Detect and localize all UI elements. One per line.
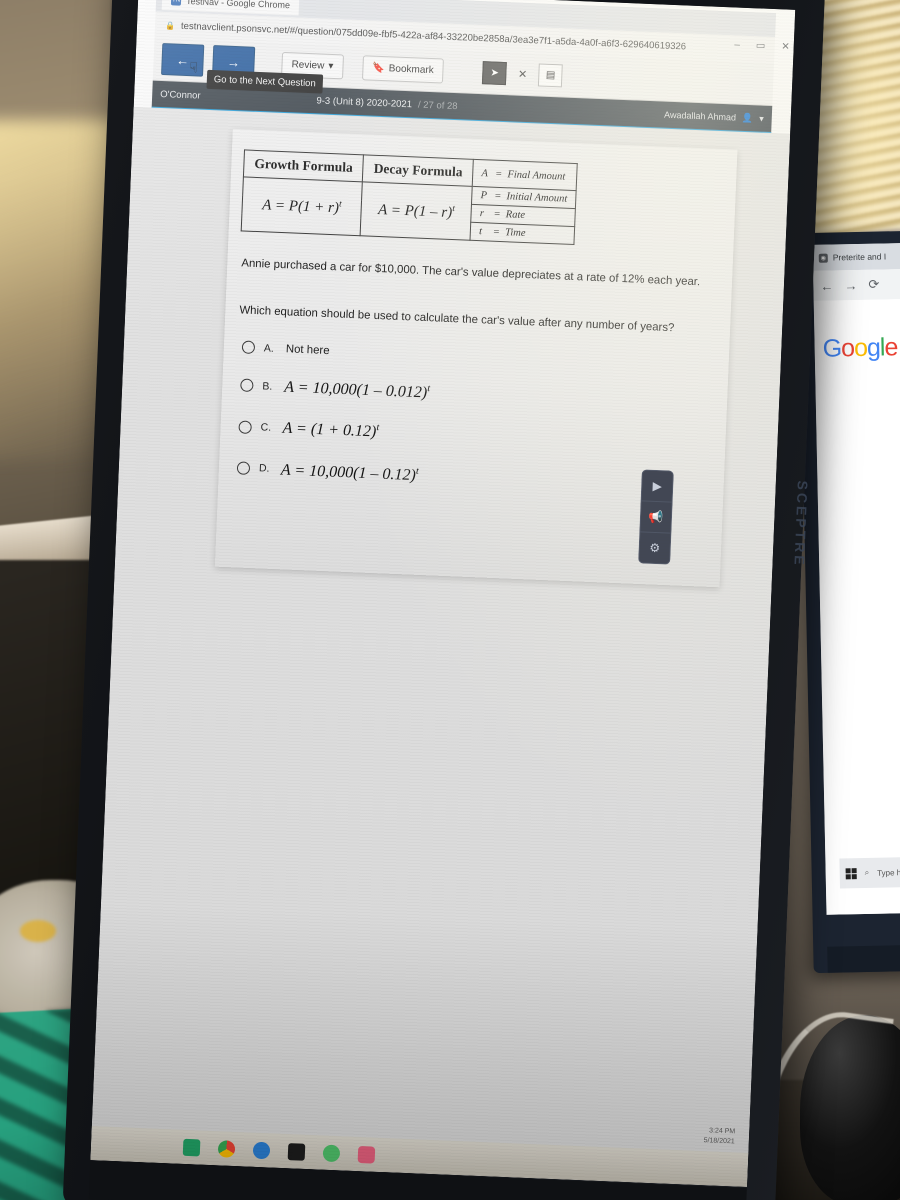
testnav-favicon: TN	[170, 0, 182, 6]
primary-monitor-screen: TN TestNav - Google Chrome 🔒 testnavclie…	[90, 0, 796, 1187]
primary-monitor: SCEPTRE TN TestNav - Google Chrome 🔒 tes…	[62, 0, 826, 1200]
secondary-page-body: Google	[813, 298, 900, 915]
taskbar-search-input[interactable]: Type here	[877, 867, 900, 877]
lock-icon: 🔒	[164, 20, 176, 30]
chrome-tab-title: TestNav - Google Chrome	[185, 0, 291, 11]
option-a-radio[interactable]	[241, 340, 256, 355]
secondary-windows-taskbar: ⌕ Type here	[839, 856, 900, 889]
option-d-math: A = 10,000(1 – 0.12)t	[280, 461, 419, 484]
announcement-icon[interactable]: 📢	[640, 501, 672, 534]
secondary-monitor-screen: ◉ Preterite and I ← → ⟳ Google ⌕ Type he…	[812, 242, 900, 915]
photo-scene: ◉ Preterite and I ← → ⟳ Google ⌕ Type he…	[0, 0, 900, 1200]
close-button[interactable]: ✕	[781, 41, 790, 52]
chrome-icon[interactable]	[217, 1139, 236, 1158]
option-a-letter: A.	[263, 341, 275, 355]
option-b-radio[interactable]	[240, 378, 254, 393]
option-b-letter: B.	[262, 380, 273, 393]
option-a[interactable]: A. Not here	[241, 340, 729, 374]
desktop-screen: TN TestNav - Google Chrome 🔒 testnavclie…	[90, 0, 796, 1187]
option-c-letter: C.	[260, 421, 272, 434]
question-stem: Annie purchased a car for $10,000. The c…	[241, 257, 701, 289]
option-d-radio[interactable]	[236, 461, 251, 475]
reload-icon[interactable]: ⟳	[868, 277, 879, 293]
edge-blue-icon[interactable]	[252, 1141, 271, 1159]
settings-gear-icon[interactable]: ⚙	[639, 532, 670, 563]
option-c-radio[interactable]	[238, 419, 252, 434]
legend-time: t = Time	[470, 222, 575, 245]
formula-reference-table: Growth Formula Decay Formula A = Final A…	[241, 149, 578, 245]
option-a-text: Not here	[285, 342, 330, 357]
secondary-chrome-tabstrip: ◉ Preterite and I	[812, 242, 900, 271]
food-crumb	[20, 920, 56, 942]
maximize-button[interactable]: ▭	[756, 40, 766, 51]
secondary-chrome-navbar: ← → ⟳	[813, 268, 900, 301]
mouse-cursor: ☟	[189, 59, 199, 76]
question-prompt: Which equation should be used to calcula…	[239, 303, 675, 334]
secondary-tab-title[interactable]: Preterite and I	[833, 251, 887, 262]
minimize-button[interactable]: –	[734, 39, 740, 50]
search-icon[interactable]: ⌕	[865, 868, 870, 878]
excel-green-icon[interactable]	[182, 1138, 201, 1156]
option-b-math: A = 10,000(1 – 0.012)t	[283, 378, 431, 402]
monitor-side-control-bar: ▶ 📢 ⚙	[638, 469, 674, 565]
secondary-monitor: ◉ Preterite and I ← → ⟳ Google ⌕ Type he…	[798, 230, 900, 974]
clock-date: 5/18/2021	[703, 1136, 735, 1145]
system-clock[interactable]: 3:24 PM 5/18/2021	[703, 1126, 736, 1146]
growth-formula-cell: A = P(1 + r)t	[241, 176, 363, 236]
question-area: Growth Formula Decay Formula A = Final A…	[90, 106, 791, 1187]
decay-formula-cell: A = P(1 – r)t	[360, 181, 473, 241]
whatsapp-green-icon[interactable]	[322, 1144, 341, 1162]
google-logo: Google	[822, 333, 898, 363]
secondary-monitor-chin	[827, 944, 900, 973]
option-c[interactable]: C. A = (1 + 0.12)t	[238, 417, 725, 456]
forward-icon[interactable]: →	[844, 278, 857, 293]
play-icon[interactable]: ▶	[641, 470, 673, 503]
console-black-icon[interactable]	[287, 1142, 306, 1161]
back-icon[interactable]: ←	[820, 278, 833, 293]
window-controls: – ▭ ✕	[734, 39, 790, 52]
option-c-math: A = (1 + 0.12)t	[282, 419, 380, 441]
globe-favicon: ◉	[818, 253, 828, 263]
option-d-letter: D.	[258, 462, 270, 476]
windows-start-icon[interactable]	[845, 867, 857, 879]
option-b[interactable]: B. A = 10,000(1 – 0.012)t	[240, 376, 727, 415]
pink-app-icon[interactable]	[357, 1145, 376, 1164]
